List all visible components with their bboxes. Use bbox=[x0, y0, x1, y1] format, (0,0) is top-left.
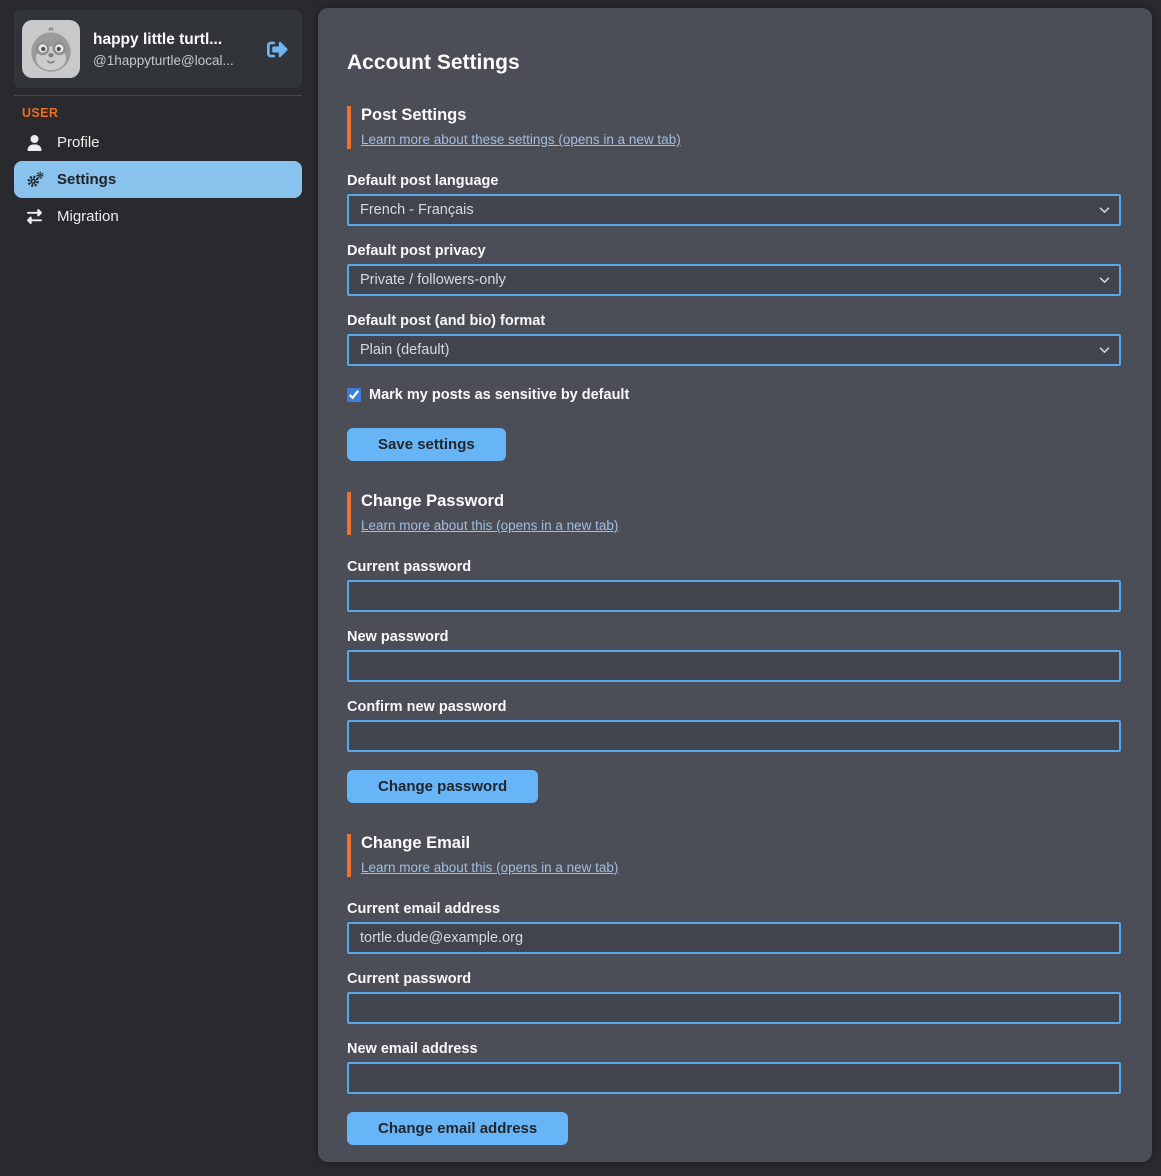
checkbox-label: Mark my posts as sensitive by default bbox=[369, 387, 629, 403]
change-password-learn-more-link[interactable]: Learn more about this (opens in a new ta… bbox=[361, 518, 618, 533]
sidebar-item-profile[interactable]: Profile bbox=[14, 126, 302, 159]
change-email-section-header: Change Email Learn more about this (open… bbox=[347, 834, 1121, 877]
sidebar: happy little turtl... @1happyturtle@loca… bbox=[14, 10, 302, 235]
section-title: Change Password bbox=[361, 492, 1121, 511]
change-password-button[interactable]: Change password bbox=[347, 770, 538, 803]
page-background: { "colors": { "page_bg": "#282a2e", "pan… bbox=[0, 0, 1161, 1176]
user-card: happy little turtl... @1happyturtle@loca… bbox=[14, 10, 302, 88]
transfer-arrows-icon bbox=[25, 209, 44, 224]
post-settings-learn-more-link[interactable]: Learn more about these settings (opens i… bbox=[361, 132, 681, 147]
post-settings-section-header: Post Settings Learn more about these set… bbox=[347, 106, 1121, 149]
mark-sensitive-checkbox-row[interactable]: Mark my posts as sensitive by default bbox=[347, 387, 1121, 403]
field-label: Confirm new password bbox=[347, 699, 1121, 715]
default-post-language-field: Default post language French - Français bbox=[347, 173, 1121, 226]
section-title: Post Settings bbox=[361, 106, 1121, 125]
confirm-new-password-input[interactable] bbox=[347, 720, 1121, 752]
field-label: Default post language bbox=[347, 173, 1121, 189]
sidebar-divider bbox=[14, 95, 302, 96]
email-current-password-input[interactable] bbox=[347, 992, 1121, 1024]
sidebar-item-label: Settings bbox=[57, 171, 116, 188]
user-handle: @1happyturtle@local... bbox=[93, 53, 252, 68]
current-email-field: Current email address bbox=[347, 901, 1121, 954]
page-title: Account Settings bbox=[347, 51, 1121, 75]
gears-icon bbox=[25, 171, 44, 188]
confirm-new-password-field: Confirm new password bbox=[347, 699, 1121, 752]
user-names: happy little turtl... @1happyturtle@loca… bbox=[93, 31, 252, 68]
sidebar-item-migration[interactable]: Migration bbox=[14, 200, 302, 233]
current-password-input[interactable] bbox=[347, 580, 1121, 612]
sidebar-section-label: USER bbox=[22, 106, 302, 120]
current-email-input[interactable] bbox=[347, 922, 1121, 954]
field-label: Current email address bbox=[347, 901, 1121, 917]
new-password-input[interactable] bbox=[347, 650, 1121, 682]
logout-button[interactable] bbox=[265, 37, 290, 62]
sidebar-item-label: Profile bbox=[57, 134, 100, 151]
new-password-field: New password bbox=[347, 629, 1121, 682]
field-label: Current password bbox=[347, 559, 1121, 575]
user-display-name: happy little turtl... bbox=[93, 31, 252, 49]
current-password-field: Current password bbox=[347, 559, 1121, 612]
new-email-field: New email address bbox=[347, 1041, 1121, 1094]
new-email-input[interactable] bbox=[347, 1062, 1121, 1094]
field-label: New email address bbox=[347, 1041, 1121, 1057]
default-post-privacy-field: Default post privacy Private / followers… bbox=[347, 243, 1121, 296]
sloth-avatar bbox=[22, 20, 80, 78]
account-settings-panel: Account Settings Post Settings Learn mor… bbox=[318, 8, 1152, 1162]
field-label: New password bbox=[347, 629, 1121, 645]
mark-sensitive-checkbox[interactable] bbox=[347, 388, 361, 402]
change-email-learn-more-link[interactable]: Learn more about this (opens in a new ta… bbox=[361, 860, 618, 875]
section-title: Change Email bbox=[361, 834, 1121, 853]
email-current-password-field: Current password bbox=[347, 971, 1121, 1024]
field-label: Default post (and bio) format bbox=[347, 313, 1121, 329]
default-post-privacy-select[interactable]: Private / followers-only bbox=[347, 264, 1121, 296]
default-post-language-select[interactable]: French - Français bbox=[347, 194, 1121, 226]
default-post-format-field: Default post (and bio) format Plain (def… bbox=[347, 313, 1121, 366]
change-email-address-button[interactable]: Change email address bbox=[347, 1112, 568, 1145]
user-icon bbox=[25, 135, 44, 151]
sign-out-icon bbox=[267, 39, 288, 60]
sidebar-item-settings[interactable]: Settings bbox=[14, 161, 302, 198]
field-label: Default post privacy bbox=[347, 243, 1121, 259]
change-password-section-header: Change Password Learn more about this (o… bbox=[347, 492, 1121, 535]
field-label: Current password bbox=[347, 971, 1121, 987]
save-settings-button[interactable]: Save settings bbox=[347, 428, 506, 461]
default-post-format-select[interactable]: Plain (default) bbox=[347, 334, 1121, 366]
sidebar-item-label: Migration bbox=[57, 208, 119, 225]
